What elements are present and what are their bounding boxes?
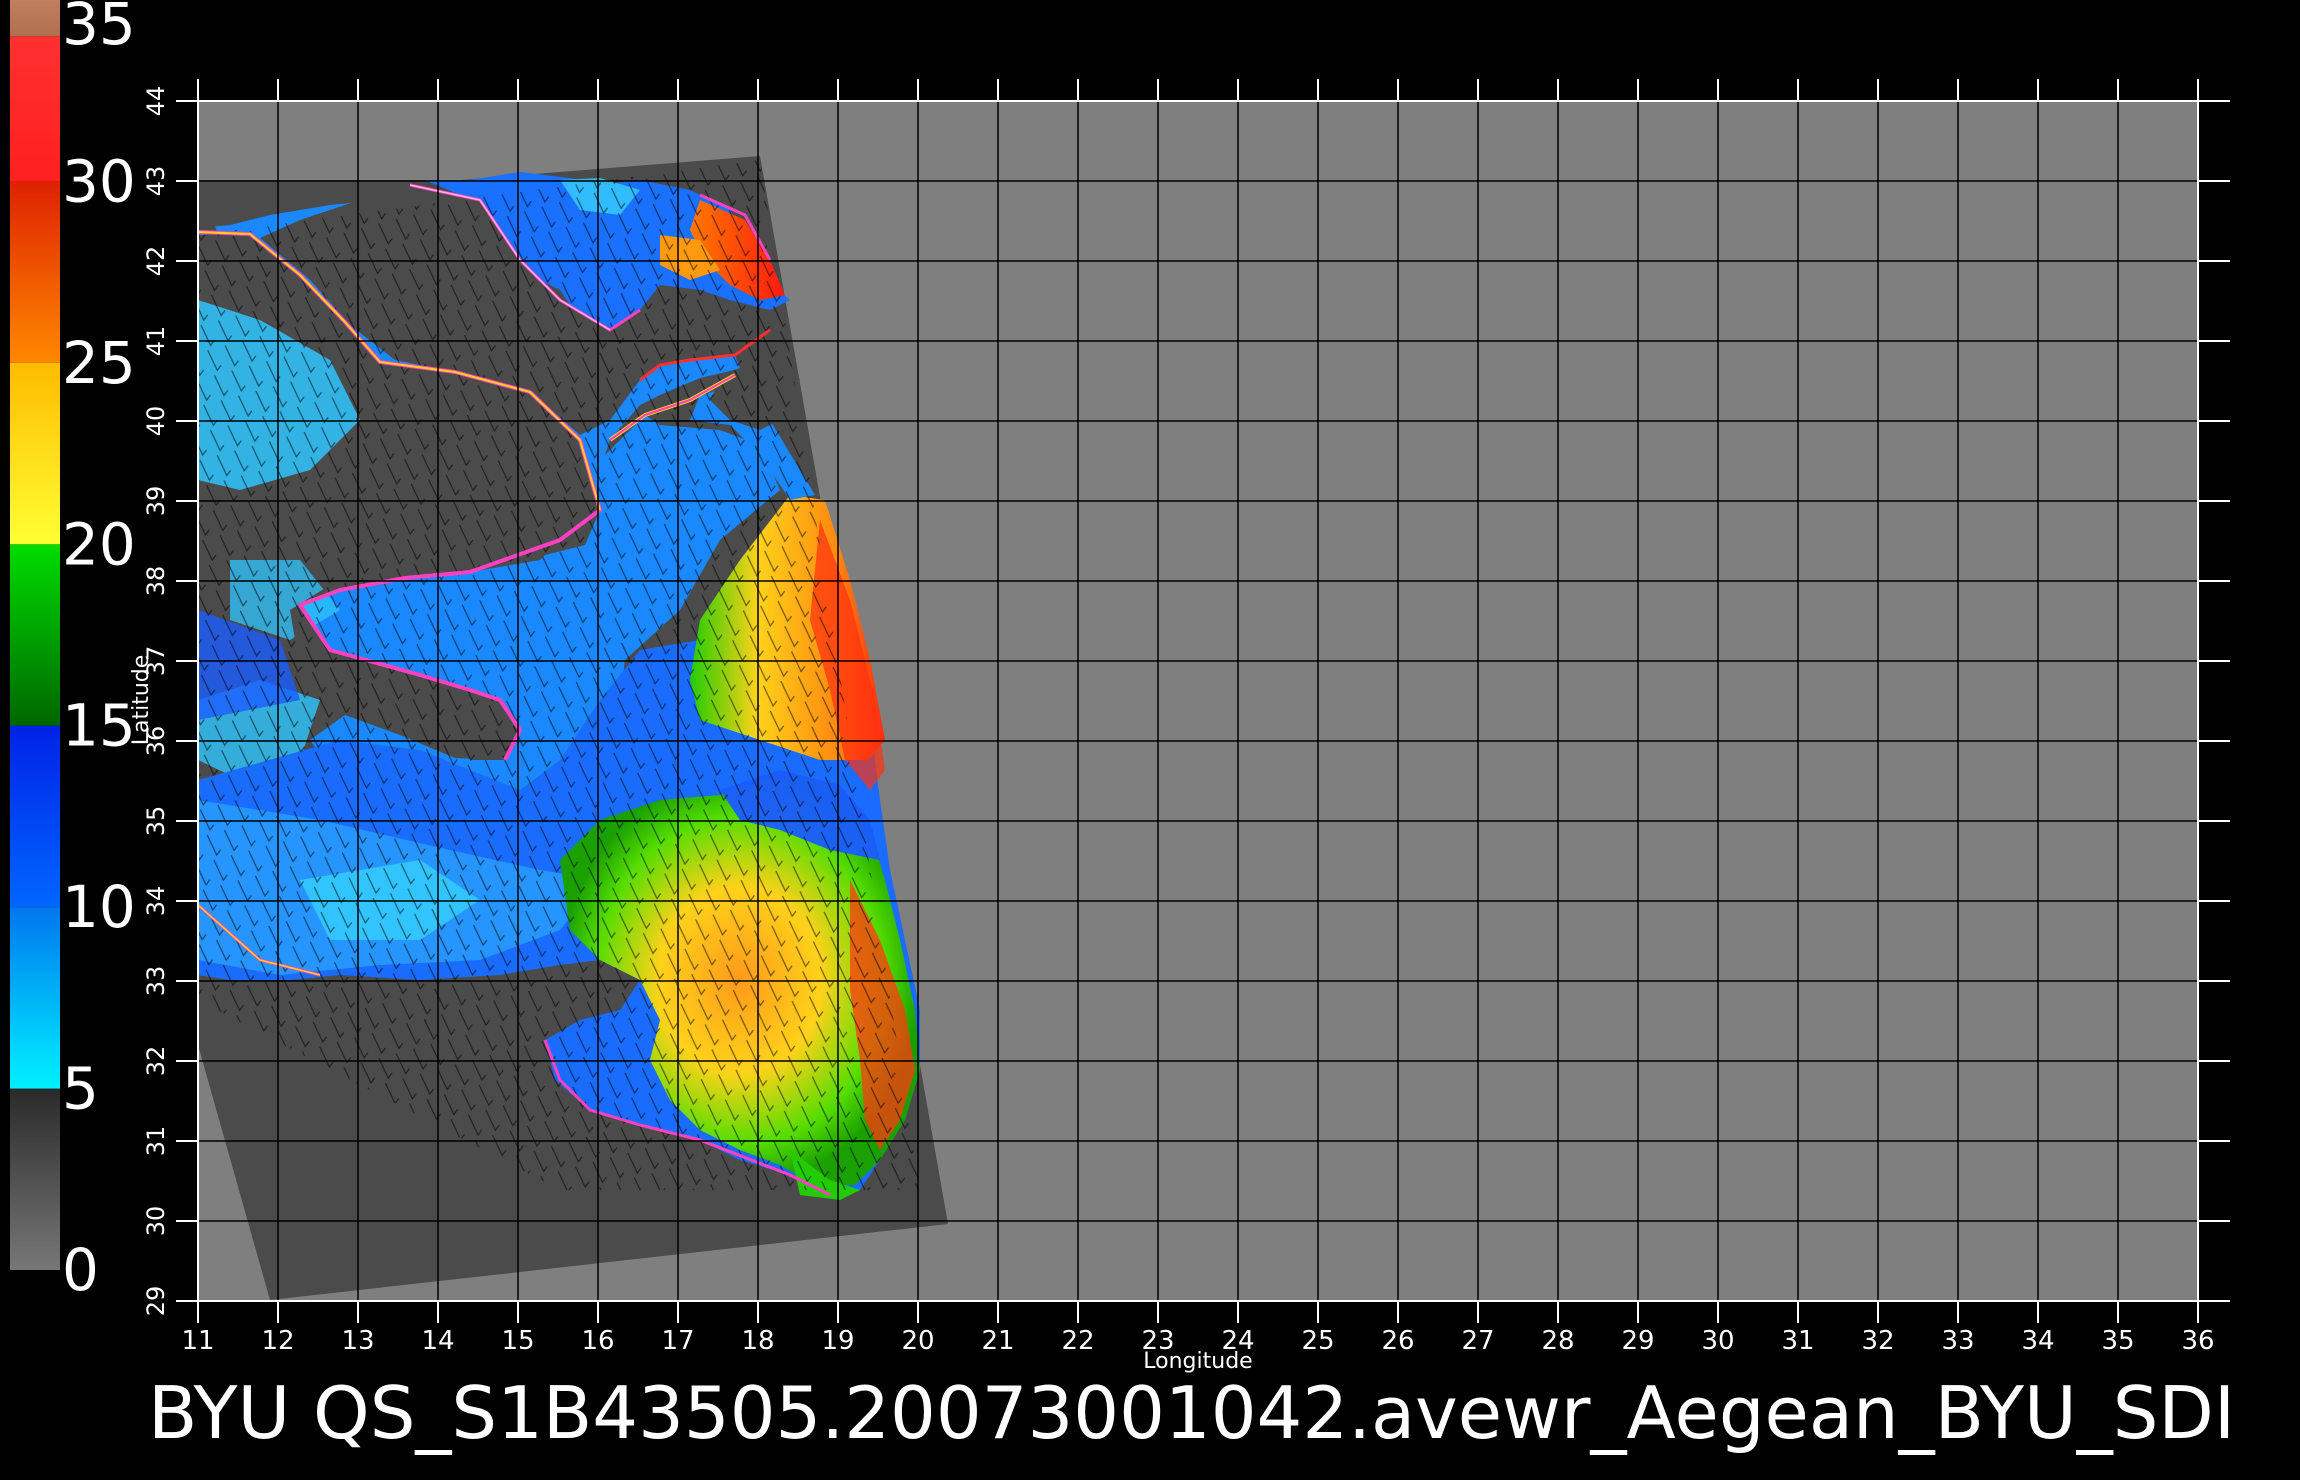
- x-tick-label: 26: [1381, 1326, 1414, 1356]
- x-tick-label: 32: [1861, 1326, 1894, 1356]
- colorbar: [10, 0, 60, 1270]
- y-tick-label: 41: [142, 326, 170, 357]
- y-tick-label: 43: [142, 166, 170, 197]
- y-tick-label: 40: [142, 406, 170, 437]
- y-tick-label: 34: [142, 886, 170, 917]
- plot-area: 11 12 13 14 15 16 17 18 19 20 21 22 23 24 25 26 27 28 29 30…: [129, 79, 2230, 1374]
- colorbar-labels: 35 30 25 20 15 10 5 0: [62, 0, 136, 1304]
- x-tick-label: 33: [1941, 1326, 1974, 1356]
- x-tick-label: 13: [341, 1326, 374, 1356]
- x-tick-label: 18: [741, 1326, 774, 1356]
- x-tick-label: 14: [421, 1326, 454, 1356]
- colorbar-label: 20: [62, 510, 136, 578]
- y-tick-label: 32: [142, 1046, 170, 1077]
- x-tick-label: 19: [821, 1326, 854, 1356]
- colorbar-label: 5: [62, 1055, 99, 1123]
- y-axis-title: Latitude: [129, 655, 154, 746]
- wind-speed-map-figure: 35 30 25 20 15 10 5 0 11 12 13 14 15 16 17 18 1…: [10, 0, 2235, 1455]
- y-tick-label: 29: [142, 1286, 170, 1317]
- x-tick-label: 11: [181, 1326, 214, 1356]
- x-tick-label: 31: [1781, 1326, 1814, 1356]
- colorbar-label: 0: [62, 1236, 99, 1304]
- x-tick-label: 27: [1461, 1326, 1494, 1356]
- x-tick-label: 17: [661, 1326, 694, 1356]
- x-tick-label: 21: [981, 1326, 1014, 1356]
- x-tick-label: 12: [261, 1326, 294, 1356]
- colorbar-segment: [10, 362, 60, 545]
- colorbar-segment: [10, 0, 60, 37]
- y-tick-label: 30: [142, 1206, 170, 1237]
- y-tick-label: 35: [142, 806, 170, 837]
- x-tick-label: 36: [2181, 1326, 2214, 1356]
- y-tick-label: 42: [142, 246, 170, 277]
- colorbar-segment: [10, 181, 60, 363]
- colorbar-label: 35: [62, 0, 136, 58]
- colorbar-label: 25: [62, 329, 136, 397]
- x-tick-label: 29: [1621, 1326, 1654, 1356]
- y-tick-label: 33: [142, 966, 170, 997]
- x-tick-label: 15: [501, 1326, 534, 1356]
- colorbar-segment: [10, 36, 60, 182]
- y-tick-label: 39: [142, 486, 170, 517]
- colorbar-segment: [10, 725, 60, 908]
- y-tick-label: 44: [142, 86, 170, 117]
- colorbar-segment: [10, 544, 60, 726]
- x-tick-label: 16: [581, 1326, 614, 1356]
- x-tick-label: 34: [2021, 1326, 2054, 1356]
- image-title: BYU QS_S1B43505.20073001042.avewr_Aegean…: [148, 1371, 2235, 1455]
- y-tick-label: 38: [142, 566, 170, 597]
- x-tick-label: 30: [1701, 1326, 1734, 1356]
- x-tick-label: 35: [2101, 1326, 2134, 1356]
- x-tick-label: 28: [1541, 1326, 1574, 1356]
- x-tick-label: 20: [901, 1326, 934, 1356]
- colorbar-label: 30: [62, 147, 136, 215]
- colorbar-label: 10: [62, 873, 136, 941]
- colorbar-label: 15: [62, 692, 136, 760]
- x-tick-label: 22: [1061, 1326, 1094, 1356]
- y-tick-label: 31: [142, 1126, 170, 1157]
- x-tick-label: 25: [1301, 1326, 1334, 1356]
- colorbar-segment: [10, 1088, 60, 1270]
- colorbar-segment: [10, 907, 60, 1089]
